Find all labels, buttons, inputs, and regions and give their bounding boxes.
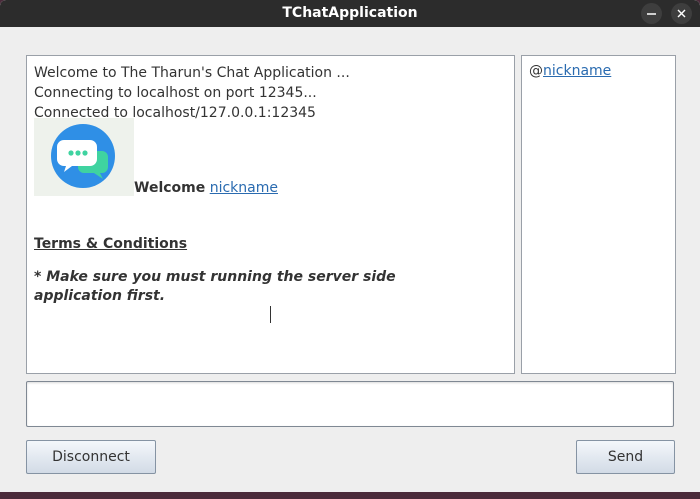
close-icon: [677, 9, 686, 18]
user-list-item: @nickname: [529, 63, 611, 79]
minimize-icon: [647, 13, 656, 15]
message-input[interactable]: [27, 382, 673, 426]
message-input-container: [26, 381, 674, 427]
chat-window: TChatApplication Welcome to The Tharun's…: [0, 0, 700, 492]
title-bar: TChatApplication: [0, 0, 700, 27]
chat-messages-pane[interactable]: Welcome to The Tharun's Chat Application…: [26, 55, 515, 374]
welcome-label: Welcome: [134, 180, 206, 196]
welcome-nickname-link[interactable]: nickname: [210, 180, 278, 196]
welcome-row: Welcome nickname: [34, 118, 334, 198]
user-prefix: @: [529, 63, 543, 79]
chat-line: Connecting to localhost on port 12345...: [34, 85, 317, 101]
chat-logo: [34, 118, 134, 196]
send-button[interactable]: Send: [576, 440, 675, 474]
text-caret: [270, 306, 271, 323]
user-nickname-link[interactable]: nickname: [543, 63, 611, 79]
chat-line: Welcome to The Tharun's Chat Application…: [34, 65, 350, 81]
close-button[interactable]: [671, 3, 692, 24]
welcome-message: Welcome nickname: [134, 180, 278, 196]
minimize-button[interactable]: [641, 3, 662, 24]
terms-heading: Terms & Conditions: [34, 236, 188, 252]
server-note: * Make sure you must running the server …: [34, 269, 396, 304]
online-users-pane[interactable]: @nickname: [521, 55, 676, 374]
window-title: TChatApplication: [282, 5, 418, 21]
chat-log: Welcome to The Tharun's Chat Application…: [34, 63, 510, 123]
chat-bubble-icon: [51, 124, 115, 188]
disconnect-button[interactable]: Disconnect: [26, 440, 156, 474]
